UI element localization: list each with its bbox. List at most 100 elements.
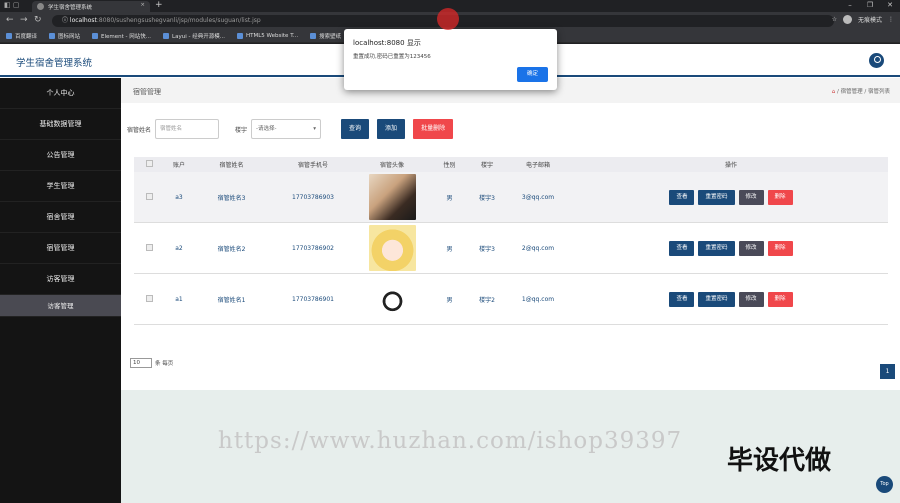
breadcrumb-item: 宿管列表 [867, 89, 890, 95]
add-button[interactable]: 添加 [377, 119, 406, 139]
sidebar-item-managers[interactable]: 宿管管理 [0, 233, 121, 264]
row-checkbox[interactable] [145, 294, 153, 302]
delete-button[interactable]: 删除 [767, 291, 793, 307]
alert-dialog: localhost:8080 显示 重置成功,密码已重置为123456 确定 [344, 29, 557, 90]
breadcrumb: ⌂ / 宿管管理 / 宿管列表 [831, 89, 890, 95]
cell-building: 楼宇2 [479, 296, 495, 304]
view-button[interactable]: 查看 [669, 189, 695, 205]
name-label: 宿管姓名 [127, 126, 152, 134]
sidebar-item-students[interactable]: 学生管理 [0, 171, 121, 202]
window-controls: – ❐ ✕ [840, 0, 900, 12]
edit-button[interactable]: 修改 [738, 240, 764, 256]
profile-label[interactable]: 无痕模式 [858, 15, 882, 24]
cell-gender: 男 [446, 245, 453, 253]
table-row: a3 宿管姓名3 17703786903 男 楼宇3 3@qq.com 查看 重… [134, 172, 888, 223]
name-search-input[interactable]: 宿管姓名 [155, 119, 220, 139]
back-to-top-button[interactable]: Top [876, 476, 893, 493]
bookmark-icon [310, 33, 317, 39]
building-select[interactable]: -请选择- [251, 119, 322, 139]
row-checkbox[interactable] [145, 192, 153, 200]
view-button[interactable]: 查看 [669, 291, 695, 307]
sidebar-item-notices[interactable]: 公告管理 [0, 140, 121, 171]
cell-name: 宿管姓名3 [217, 194, 246, 202]
delete-button[interactable]: 删除 [767, 240, 793, 256]
search-row: 宿管姓名 宿管姓名 楼宇 -请选择- 查询 添加 批量删除 [127, 118, 454, 140]
bookmark-item[interactable]: 百度翻译 [6, 32, 37, 40]
browser-menu-icon[interactable]: ◧ ▢ [4, 1, 19, 9]
reset-password-button[interactable]: 重置密码 [698, 291, 735, 307]
app-title: 学生宿舍管理系统 [16, 58, 93, 69]
reset-password-button[interactable]: 重置密码 [698, 189, 735, 205]
user-avatar-icon[interactable] [869, 53, 884, 68]
cell-account: a3 [175, 193, 183, 201]
per-page-label: 条 每页 [155, 361, 174, 367]
edit-button[interactable]: 修改 [738, 291, 764, 307]
manager-avatar-image [368, 174, 416, 220]
col-header: 宿管手机号 [297, 162, 328, 169]
page-size-control: 10 条 每页 [130, 358, 173, 368]
dialog-ok-button[interactable]: 确定 [517, 67, 548, 82]
cell-phone: 17703786903 [292, 193, 334, 201]
reset-password-button[interactable]: 重置密码 [698, 240, 735, 256]
manager-table: 账户 宿管姓名 宿管手机号 宿管头像 性别 楼宇 电子邮箱 操作 a3 宿管姓名… [134, 157, 888, 325]
batch-delete-button[interactable]: 批量删除 [413, 119, 454, 139]
sidebar-item-basic-data[interactable]: 基础数据管理 [0, 109, 121, 140]
tab-title: 学生宿舍管理系统 [48, 5, 93, 11]
bookmark-icon [6, 33, 12, 39]
maximize-icon[interactable]: ❐ [860, 0, 880, 12]
reload-icon[interactable]: ↻ [34, 15, 42, 25]
sidebar-subitem-visitors[interactable]: 访客管理 [0, 295, 121, 317]
table-header: 账户 宿管姓名 宿管手机号 宿管头像 性别 楼宇 电子邮箱 操作 [134, 157, 888, 172]
col-header: 宿管头像 [379, 162, 404, 169]
bookmark-item[interactable]: HTML5 Website T... [236, 33, 299, 39]
tab-close-icon[interactable]: × [140, 2, 145, 8]
bookmark-icon [236, 33, 243, 39]
dialog-title: localhost:8080 显示 [353, 39, 421, 47]
forward-icon[interactable]: → [20, 15, 28, 25]
manager-avatar-image [368, 276, 416, 322]
minimize-icon[interactable]: – [840, 0, 860, 12]
sidebar-item-profile[interactable]: 个人中心 [0, 78, 121, 109]
page-number-button[interactable]: 1 [880, 364, 895, 379]
table-row: a1 宿管姓名1 17703786901 男 楼宇2 1@qq.com 查看 重… [134, 274, 888, 325]
edit-button[interactable]: 修改 [738, 189, 764, 205]
home-icon[interactable]: ⌂ [832, 89, 836, 95]
bookmark-star-icon[interactable]: ☆ [832, 16, 837, 23]
bookmark-label: 百度翻译 [15, 34, 38, 40]
select-all-checkbox[interactable] [145, 160, 153, 167]
view-button[interactable]: 查看 [669, 240, 695, 256]
cell-email: 3@qq.com [521, 193, 555, 201]
sidebar-item-visitors[interactable]: 访客管理 [0, 264, 121, 295]
cell-gender: 男 [446, 194, 453, 202]
col-header: 性别 [443, 162, 456, 169]
bookmark-label: 图标网站 [58, 34, 81, 40]
delete-button[interactable]: 删除 [767, 189, 793, 205]
bookmark-item[interactable]: Element - 网站快... [92, 32, 151, 40]
manager-avatar-image [368, 225, 416, 271]
page-size-select[interactable]: 10 [130, 358, 152, 368]
cell-email: 2@qq.com [521, 244, 555, 252]
cell-gender: 男 [446, 296, 453, 304]
cell-email: 1@qq.com [521, 295, 555, 303]
browser-tab[interactable]: 学生宿舍管理系统 × [32, 1, 150, 12]
sidebar: 个人中心 基础数据管理 公告管理 学生管理 宿舍管理 宿管管理 访客管理 访客管… [0, 78, 121, 503]
tab-favicon-icon [37, 3, 44, 10]
breadcrumb-item[interactable]: 宿管管理 [841, 89, 863, 95]
sidebar-item-dorms[interactable]: 宿舍管理 [0, 202, 121, 233]
cell-phone: 17703786902 [292, 244, 334, 252]
bookmark-icon [163, 33, 170, 39]
close-window-icon[interactable]: ✕ [880, 0, 900, 12]
bookmark-item[interactable]: 图标网站 [49, 32, 80, 40]
back-icon[interactable]: ← [6, 15, 14, 25]
bookmark-item[interactable]: Layui - 经典开源模... [163, 32, 225, 40]
dialog-message: 重置成功,密码已重置为123456 [353, 54, 431, 60]
bookmark-label: HTML5 Website T... [245, 33, 299, 39]
col-header: 账户 [172, 162, 185, 169]
bookmark-item[interactable]: 搜索壁纸 [310, 32, 341, 40]
row-checkbox[interactable] [145, 243, 153, 251]
new-tab-icon[interactable]: + [155, 0, 163, 10]
main-content: 宿管管理 ⌂ / 宿管管理 / 宿管列表 宿管姓名 宿管姓名 楼宇 -请选择- … [121, 78, 900, 390]
query-button[interactable]: 查询 [341, 119, 370, 139]
page-title: 宿管管理 [133, 88, 161, 96]
browser-menu-dots-icon[interactable]: ⋮ [888, 16, 894, 23]
